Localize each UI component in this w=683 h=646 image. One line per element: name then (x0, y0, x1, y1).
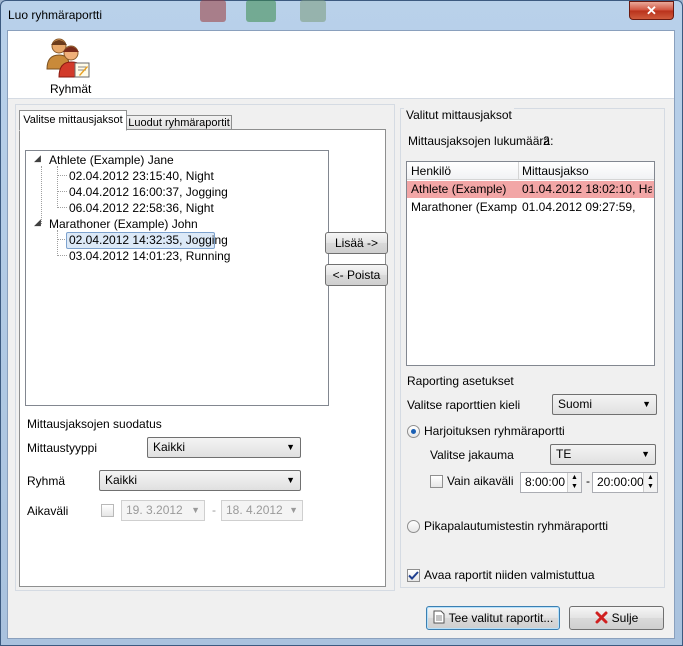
group-select[interactable]: Kaikki ▼ (99, 470, 301, 491)
grid-header-period[interactable]: Mittausjakso (522, 163, 652, 180)
quick-recovery-label: Pikapalautumistestin ryhmäraportti (424, 519, 609, 533)
groups-button[interactable] (45, 35, 93, 79)
chevron-down-icon: ▼ (289, 505, 298, 515)
spinner-icon[interactable]: ▲ ▼ (643, 473, 657, 492)
chevron-down-icon: ▼ (641, 449, 650, 459)
open-reports-checkbox[interactable] (407, 569, 420, 582)
background-app-deco (300, 0, 326, 22)
tree-line (57, 191, 67, 192)
tree-leaf[interactable]: 02.04.2012 23:15:40, Night (69, 168, 214, 184)
chevron-down-icon: ▼ (286, 442, 295, 452)
right-panel-title: Valitut mittausjaksot (404, 108, 514, 122)
check-icon (408, 571, 419, 580)
chevron-down-icon: ▼ (642, 399, 651, 409)
range-checkbox[interactable] (101, 504, 114, 517)
tree-expand-icon[interactable]: ◢ (34, 153, 41, 164)
tree-leaf-selected[interactable]: 02.04.2012 14:32:35, Jogging (69, 232, 228, 248)
add-button[interactable]: Lisää -> (325, 232, 388, 254)
range-separator: - (212, 503, 216, 517)
tree-node-athlete[interactable]: Athlete (Example) Jane (49, 152, 174, 168)
group-label: Ryhmä (27, 474, 66, 488)
grid-cell-period[interactable]: 01.04.2012 09:27:59, (522, 199, 652, 216)
type-select[interactable]: Kaikki ▼ (147, 437, 301, 458)
remove-button[interactable]: <- Poista (325, 264, 388, 286)
tab-select-periods[interactable]: Valitse mittausjaksot (19, 110, 127, 131)
tree-line (57, 207, 67, 208)
close-icon (595, 611, 608, 624)
tree-leaf[interactable]: 03.04.2012 14:01:23, Running (69, 248, 230, 264)
training-report-radio[interactable] (407, 425, 420, 438)
window-title: Luo ryhmäraportti (8, 8, 103, 22)
count-label: Mittausjaksojen lukumäärä: (408, 134, 554, 148)
background-app-deco (246, 0, 276, 22)
count-value: 2 (543, 134, 550, 148)
language-label: Valitse raporttien kieli (407, 398, 521, 412)
tree-line (57, 230, 58, 256)
grid-cell-period[interactable]: 01.04.2012 18:02:10, Hard (522, 181, 652, 198)
tree-node-marathoner[interactable]: Marathoner (Example) John (49, 216, 198, 232)
filter-title: Mittausjaksojen suodatus (27, 417, 162, 431)
time-separator: - (586, 474, 590, 488)
spinner-icon[interactable]: ▲ ▼ (567, 473, 581, 492)
close-button[interactable]: Sulje (569, 606, 664, 630)
range-from-date[interactable]: 19. 3.2012 ▼ (121, 500, 205, 521)
toolbar (8, 31, 674, 99)
chevron-down-icon: ▼ (191, 505, 200, 515)
range-to-date[interactable]: 18. 4.2012 ▼ (221, 500, 303, 521)
grid-cell-person[interactable]: Athlete (Example) (411, 181, 517, 198)
distribution-label: Valitse jakauma (430, 448, 514, 462)
users-icon (46, 38, 90, 78)
radio-dot (411, 429, 416, 434)
tree-expand-icon[interactable]: ◢ (34, 217, 41, 228)
tree-leaf[interactable]: 04.04.2012 16:00:37, Jogging (69, 184, 228, 200)
grid-cell-person[interactable]: Marathoner (Example) (411, 199, 517, 216)
tree-line (57, 166, 58, 208)
open-reports-label: Avaa raportit niiden valmistuttua (424, 568, 595, 582)
window-close-button[interactable]: ✕ (629, 1, 674, 20)
time-to-input[interactable]: 20:00:00 ▲ ▼ (592, 472, 658, 493)
tree-leaf[interactable]: 06.04.2012 22:58:36, Night (69, 200, 214, 216)
training-report-label: Harjoituksen ryhmäraportti (424, 424, 565, 438)
tree-line (57, 255, 67, 256)
background-app-deco (200, 0, 226, 22)
settings-title: Raporting asetukset (407, 374, 514, 388)
chevron-down-icon: ▼ (286, 475, 295, 485)
grid-column-divider (518, 162, 519, 180)
distribution-select[interactable]: TE ▼ (550, 444, 656, 465)
groups-button-label: Ryhmät (50, 82, 92, 96)
only-range-label: Vain aikaväli (447, 474, 514, 488)
language-select[interactable]: Suomi ▼ (552, 394, 657, 415)
create-reports-button[interactable]: Tee valitut raportit... (426, 606, 560, 630)
time-from-input[interactable]: 8:00:00 ▲ ▼ (520, 472, 582, 493)
type-label: Mittaustyyppi (27, 441, 98, 455)
only-range-checkbox[interactable] (430, 475, 443, 488)
tree-line (41, 166, 42, 224)
grid-header-person[interactable]: Henkilö (411, 163, 516, 180)
document-icon (433, 610, 445, 624)
tree-line (57, 175, 67, 176)
quick-recovery-radio[interactable] (407, 520, 420, 533)
range-label: Aikaväli (27, 504, 69, 518)
